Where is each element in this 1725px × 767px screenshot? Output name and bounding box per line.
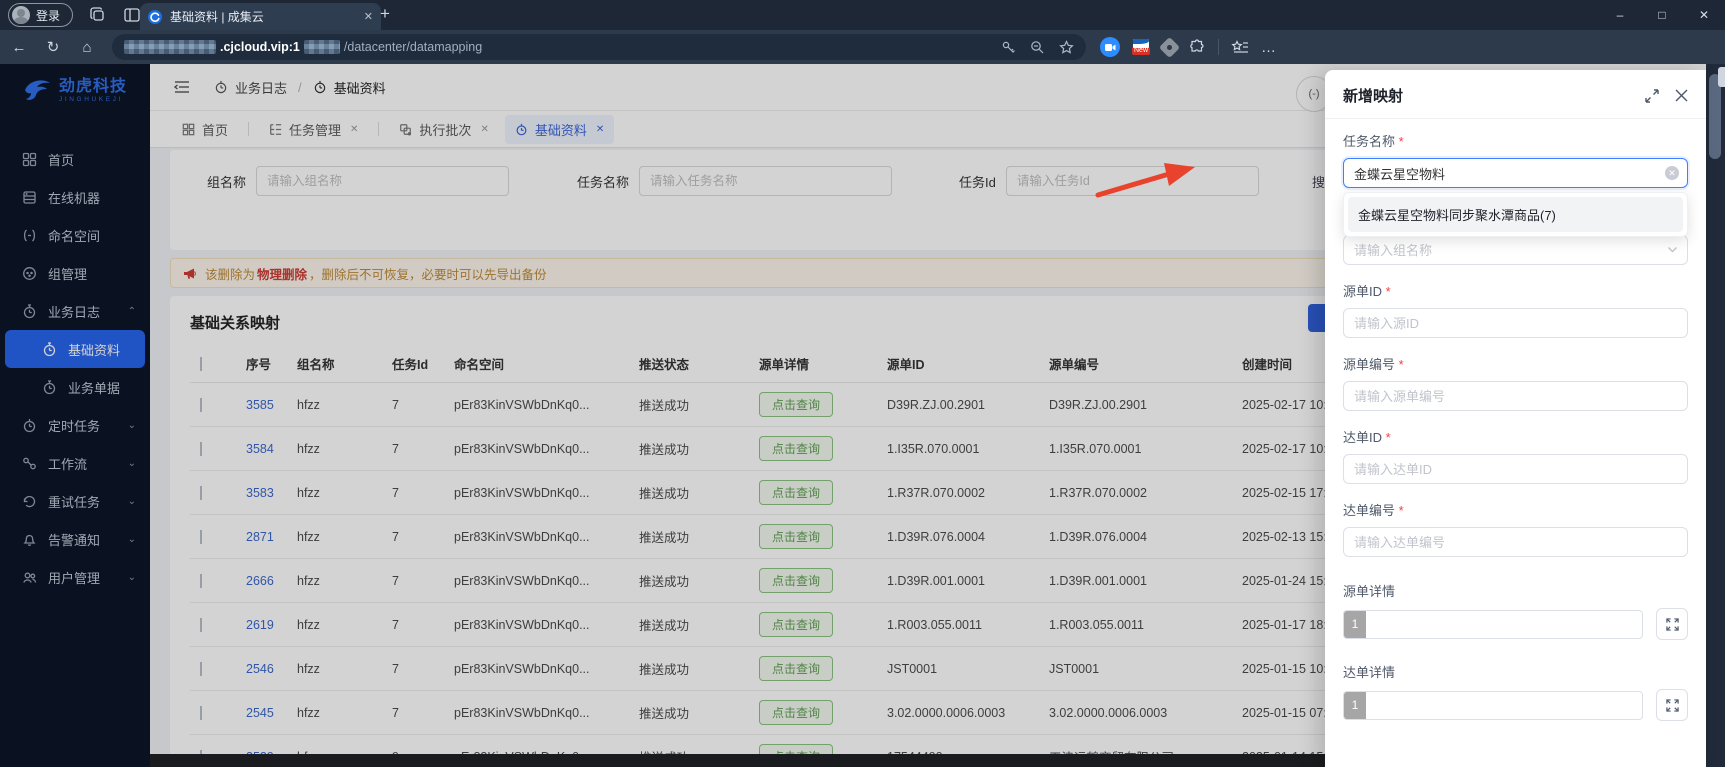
drawer-group-select-input[interactable] <box>1343 235 1688 265</box>
source-detail-label: 源单详情 <box>1343 584 1396 599</box>
browser-profile-button[interactable]: 登录 <box>8 3 74 27</box>
drawer-title: 新增映射 <box>1343 88 1404 105</box>
login-label: 登录 <box>36 8 61 23</box>
browser-tab[interactable]: 基础资料 | 成集云 ✕ <box>140 3 381 30</box>
toolbar-divider <box>1218 39 1220 55</box>
new-extension-icon[interactable]: New <box>1132 39 1151 55</box>
home-button[interactable]: ⌂ <box>72 39 102 56</box>
window-controls: – □ ✕ <box>1599 0 1725 30</box>
source-id-label: 源单ID <box>1343 281 1688 300</box>
drawer-task-name-input[interactable] <box>1343 158 1688 188</box>
refresh-button[interactable]: ↻ <box>38 38 68 56</box>
line-number: 1 <box>1344 691 1366 719</box>
drawer-body: 任务名称 ✕ 金蝶云星空物料同步聚水潭商品(7) 源单ID <box>1325 119 1706 721</box>
target-id-label: 达单ID <box>1343 427 1688 446</box>
url-censored-port <box>303 40 340 54</box>
clear-input-icon[interactable]: ✕ <box>1665 166 1679 180</box>
url-path: /datacenter/datamapping <box>343 40 483 54</box>
favorite-star-icon[interactable] <box>1059 39 1074 55</box>
url-host: .cjcloud.vip:1 <box>220 40 300 54</box>
window-close-button[interactable]: ✕ <box>1683 0 1725 30</box>
target-detail-editor[interactable]: 1 <box>1343 690 1643 720</box>
target-no-label: 达单编号 <box>1343 500 1688 519</box>
url-censored-block <box>124 40 216 54</box>
annotation-arrow <box>1095 163 1195 198</box>
line-number: 1 <box>1344 610 1366 638</box>
clipped-extension-icon <box>1718 67 1725 87</box>
window-maximize-button[interactable]: □ <box>1641 0 1683 30</box>
vertical-tabs-icon[interactable] <box>123 6 141 24</box>
drawer-target-id-input[interactable] <box>1343 454 1688 484</box>
target-detail-label: 达单详情 <box>1343 665 1396 680</box>
password-key-icon[interactable] <box>1001 40 1016 55</box>
drawer-source-no-input[interactable] <box>1343 381 1688 411</box>
expand-target-detail-button[interactable] <box>1656 689 1688 721</box>
gray-extension-icon[interactable] <box>1158 36 1181 58</box>
tab-groups-icon[interactable] <box>89 6 107 24</box>
extensions-row: New … <box>1100 36 1276 58</box>
browser-tabstrip: 登录 基础资料 | 成集云 ✕ + – □ ✕ <box>0 0 1725 30</box>
site-favicon <box>148 9 162 24</box>
close-drawer-icon[interactable] <box>1675 89 1688 102</box>
add-mapping-drawer: 新增映射 任务名称 ✕ 金蝶云星空物料同步聚水潭商品(7) <box>1325 70 1706 767</box>
page-scrollbar[interactable] <box>1706 64 1725 767</box>
drawer-target-no-input[interactable] <box>1343 527 1688 557</box>
new-tab-button[interactable]: + <box>380 4 390 24</box>
drawer-header: 新增映射 <box>1325 70 1706 119</box>
group-select[interactable] <box>1343 235 1688 265</box>
zoom-out-icon[interactable] <box>1030 40 1045 55</box>
url-bar[interactable]: .cjcloud.vip:1 /datacenter/datamapping <box>112 34 1086 60</box>
drawer-source-id-input[interactable] <box>1343 308 1688 338</box>
extensions-puzzle-icon[interactable] <box>1189 38 1206 56</box>
expand-source-detail-button[interactable] <box>1656 608 1688 640</box>
avatar <box>12 6 30 24</box>
source-detail-editor[interactable]: 1 <box>1343 609 1643 639</box>
task-name-label: 任务名称 <box>1343 131 1688 150</box>
back-button[interactable]: ← <box>4 39 34 56</box>
window-minimize-button[interactable]: – <box>1599 0 1641 30</box>
autocomplete-option[interactable]: 金蝶云星空物料同步聚水潭商品(7) <box>1348 197 1683 232</box>
tab-close-icon[interactable]: ✕ <box>364 10 373 23</box>
screen: 登录 基础资料 | 成集云 ✕ + – □ ✕ ← ↻ ⌂ .cjcloud.v… <box>0 0 1725 767</box>
autocomplete-dropdown: 金蝶云星空物料同步聚水潭商品(7) <box>1343 192 1688 237</box>
chevron-down-icon <box>1667 244 1678 255</box>
expand-drawer-icon[interactable] <box>1645 88 1659 103</box>
favorites-bar-icon[interactable] <box>1231 39 1249 55</box>
more-menu-icon[interactable]: … <box>1261 39 1276 56</box>
meeting-extension-icon[interactable] <box>1100 37 1120 57</box>
source-no-label: 源单编号 <box>1343 354 1688 373</box>
tab-title: 基础资料 | 成集云 <box>170 10 264 24</box>
app-viewport: 劲虎科技 JINGHUKEJI 首页 在线机器 命名空间 组管理 业务日志 ⌃ … <box>0 64 1725 767</box>
browser-toolbar: ← ↻ ⌂ .cjcloud.vip:1 /datacenter/datamap… <box>0 30 1725 87</box>
